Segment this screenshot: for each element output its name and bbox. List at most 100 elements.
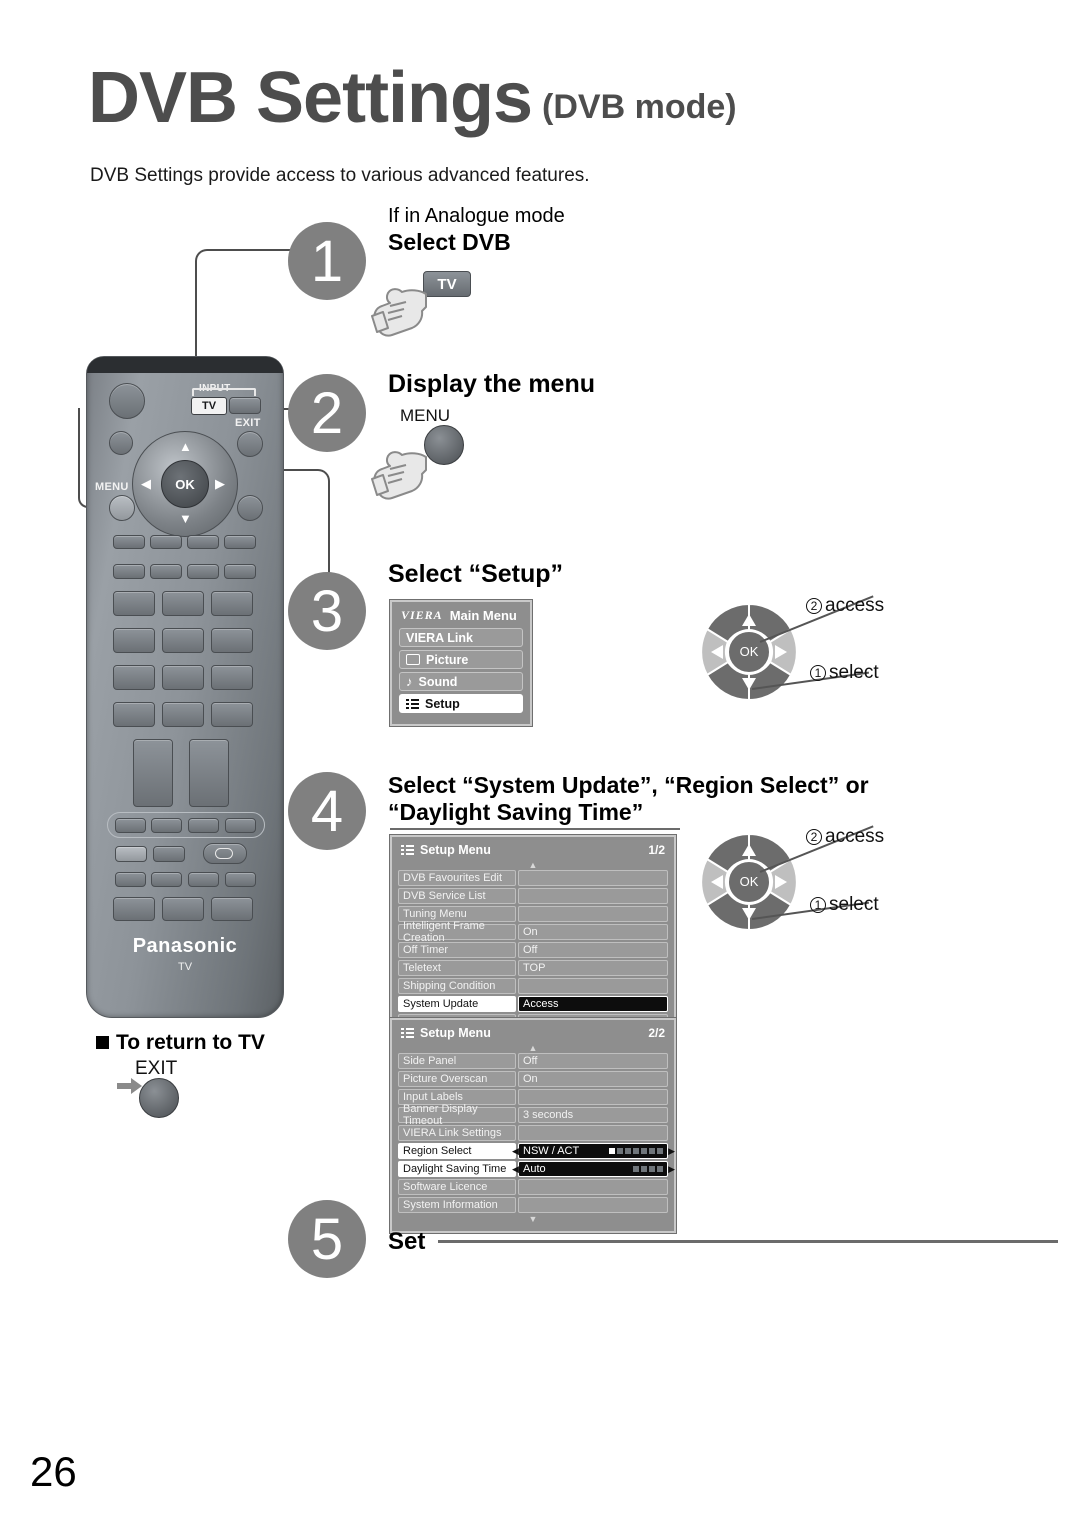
adjust-right-arrow-icon[interactable]: ▶: [668, 1164, 675, 1174]
remote-numeric-key[interactable]: [162, 628, 204, 653]
setup-menu-row[interactable]: System Information: [398, 1197, 668, 1213]
remote-input-button[interactable]: [229, 397, 261, 414]
setup-row-value-text: NSW / ACT: [523, 1145, 580, 1157]
viera-menu-item-setup[interactable]: Setup: [399, 694, 523, 713]
adjust-left-arrow-icon[interactable]: ◀: [512, 1146, 519, 1156]
remote-menu-button[interactable]: [109, 495, 135, 521]
setup-menu-row[interactable]: VIERA Link Settings: [398, 1125, 668, 1141]
note-number: 1: [810, 665, 826, 681]
setup-menu-row[interactable]: Banner Display Timeout 3 seconds: [398, 1103, 668, 1127]
remote-key[interactable]: [151, 872, 182, 887]
setup-menu-row[interactable]: DVB Favourites Edit: [398, 870, 668, 886]
remote-key[interactable]: [224, 564, 256, 579]
remote-power-button[interactable]: [109, 383, 145, 419]
cursor-note-select-1: 1 select: [810, 662, 879, 684]
remote-key[interactable]: [224, 535, 256, 549]
remote-numeric-key[interactable]: [211, 628, 253, 653]
remote-numeric-key[interactable]: [162, 665, 204, 690]
remote-dpad-up-icon: ▲: [179, 439, 192, 454]
step-1-heading: Select DVB: [388, 229, 511, 255]
remote-key[interactable]: [211, 897, 253, 921]
note-text: access: [825, 826, 885, 847]
setup-row-value: ◀ Auto ▶: [512, 1161, 675, 1177]
setup-menu-row[interactable]: Picture Overscan On: [398, 1071, 668, 1087]
remote-key[interactable]: [225, 818, 256, 833]
setup-menu-row[interactable]: Intelligent Frame Creation On: [398, 920, 668, 944]
viera-menu-item-picture[interactable]: Picture: [399, 650, 523, 669]
return-to-tv-heading-text: To return to TV: [116, 1031, 265, 1054]
setup-row-label: Region Select: [398, 1143, 516, 1159]
remote-key[interactable]: [115, 872, 146, 887]
scroll-up-icon[interactable]: ▲: [398, 1044, 668, 1053]
step-2-number: 2: [288, 374, 366, 452]
remote-brand-logo: Panasonic: [132, 935, 238, 957]
setup-menu-row[interactable]: Software Licence: [398, 1179, 668, 1195]
setup-row-label: VIERA Link Settings: [398, 1125, 516, 1141]
remote-key[interactable]: [188, 872, 219, 887]
adjust-left-arrow-icon[interactable]: ◀: [512, 1164, 519, 1174]
remote-key[interactable]: [151, 818, 182, 833]
remote-numeric-key[interactable]: [162, 702, 204, 727]
viera-menu-item-label: Picture: [426, 652, 469, 667]
remote-aux-button[interactable]: [109, 431, 133, 455]
setup-menu-1-page-indicator: 1/2: [648, 843, 665, 857]
adjust-right-arrow-icon[interactable]: ▶: [668, 1146, 675, 1156]
exit-button[interactable]: [139, 1078, 179, 1118]
remote-channel-rocker[interactable]: [189, 739, 229, 807]
remote-volume-rocker[interactable]: [133, 739, 173, 807]
remote-key[interactable]: [113, 535, 145, 549]
remote-dpad[interactable]: ▲ ▼ ◀ ▶ OK: [132, 431, 238, 537]
setup-row-label: Intelligent Frame Creation: [398, 920, 516, 944]
remote-numeric-key[interactable]: [211, 702, 253, 727]
intro-text: DVB Settings provide access to various a…: [90, 165, 590, 186]
viera-menu-item-label: Sound: [418, 674, 458, 689]
viera-menu-item-sound[interactable]: ♪ Sound: [399, 672, 523, 691]
remote-numeric-key[interactable]: [113, 628, 155, 653]
scroll-down-icon[interactable]: ▼: [398, 1215, 668, 1224]
pointing-hand-icon: [371, 288, 427, 337]
remote-key[interactable]: [115, 846, 147, 862]
setup-row-value: ◀ NSW / ACT ▶: [512, 1143, 675, 1159]
scroll-up-icon[interactable]: ▲: [398, 861, 668, 870]
viera-menu-item-viera-link[interactable]: VIERA Link: [399, 628, 523, 647]
remote-key[interactable]: [113, 564, 145, 579]
setup-menu-row[interactable]: Side Panel Off: [398, 1053, 668, 1069]
remote-key[interactable]: [187, 564, 219, 579]
setup-menu-row-region-select[interactable]: Region Select ◀ NSW / ACT ▶: [398, 1143, 675, 1159]
remote-numeric-key[interactable]: [113, 702, 155, 727]
remote-key[interactable]: [187, 535, 219, 549]
remote-tv-button[interactable]: TV: [191, 397, 227, 415]
setup-menu-row[interactable]: DVB Service List: [398, 888, 668, 904]
note-text: select: [829, 662, 879, 683]
remote-numeric-key[interactable]: [113, 665, 155, 690]
remote-key[interactable]: [188, 818, 219, 833]
step-5-number: 5: [288, 1200, 366, 1278]
remote-menu-right-button[interactable]: [237, 495, 263, 521]
remote-toggle-switch[interactable]: [203, 843, 247, 864]
remote-numeric-key[interactable]: [211, 665, 253, 690]
setup-row-value: [518, 1197, 668, 1213]
remote-key[interactable]: [115, 818, 146, 833]
viera-menu-item-label: VIERA Link: [406, 630, 473, 645]
remote-key[interactable]: [162, 897, 204, 921]
remote-key[interactable]: [150, 564, 182, 579]
setup-menu-1-title: Setup Menu 1/2: [398, 841, 668, 861]
page-title-main: DVB Settings: [88, 58, 533, 138]
setup-menu-row-daylight-saving-time[interactable]: Daylight Saving Time ◀ Auto ▶: [398, 1161, 675, 1177]
remote-numeric-key[interactable]: [211, 591, 253, 616]
setup-menu-row[interactable]: Shipping Condition: [398, 978, 668, 994]
remote-exit-button[interactable]: [237, 431, 263, 457]
setup-row-value: [518, 906, 668, 922]
remote-key[interactable]: [150, 535, 182, 549]
setup-menu-row[interactable]: Off Timer Off: [398, 942, 668, 958]
setup-menu-row[interactable]: Teletext TOP: [398, 960, 668, 976]
step-1-pretext: If in Analogue mode: [388, 205, 565, 227]
remote-ok-button[interactable]: OK: [161, 460, 209, 508]
note-number: 1: [810, 897, 826, 913]
remote-numeric-key[interactable]: [162, 591, 204, 616]
remote-key[interactable]: [225, 872, 256, 887]
setup-menu-row-system-update[interactable]: System Update Access: [398, 996, 668, 1012]
remote-key[interactable]: [113, 897, 155, 921]
remote-numeric-key[interactable]: [113, 591, 155, 616]
remote-key[interactable]: [153, 846, 185, 862]
